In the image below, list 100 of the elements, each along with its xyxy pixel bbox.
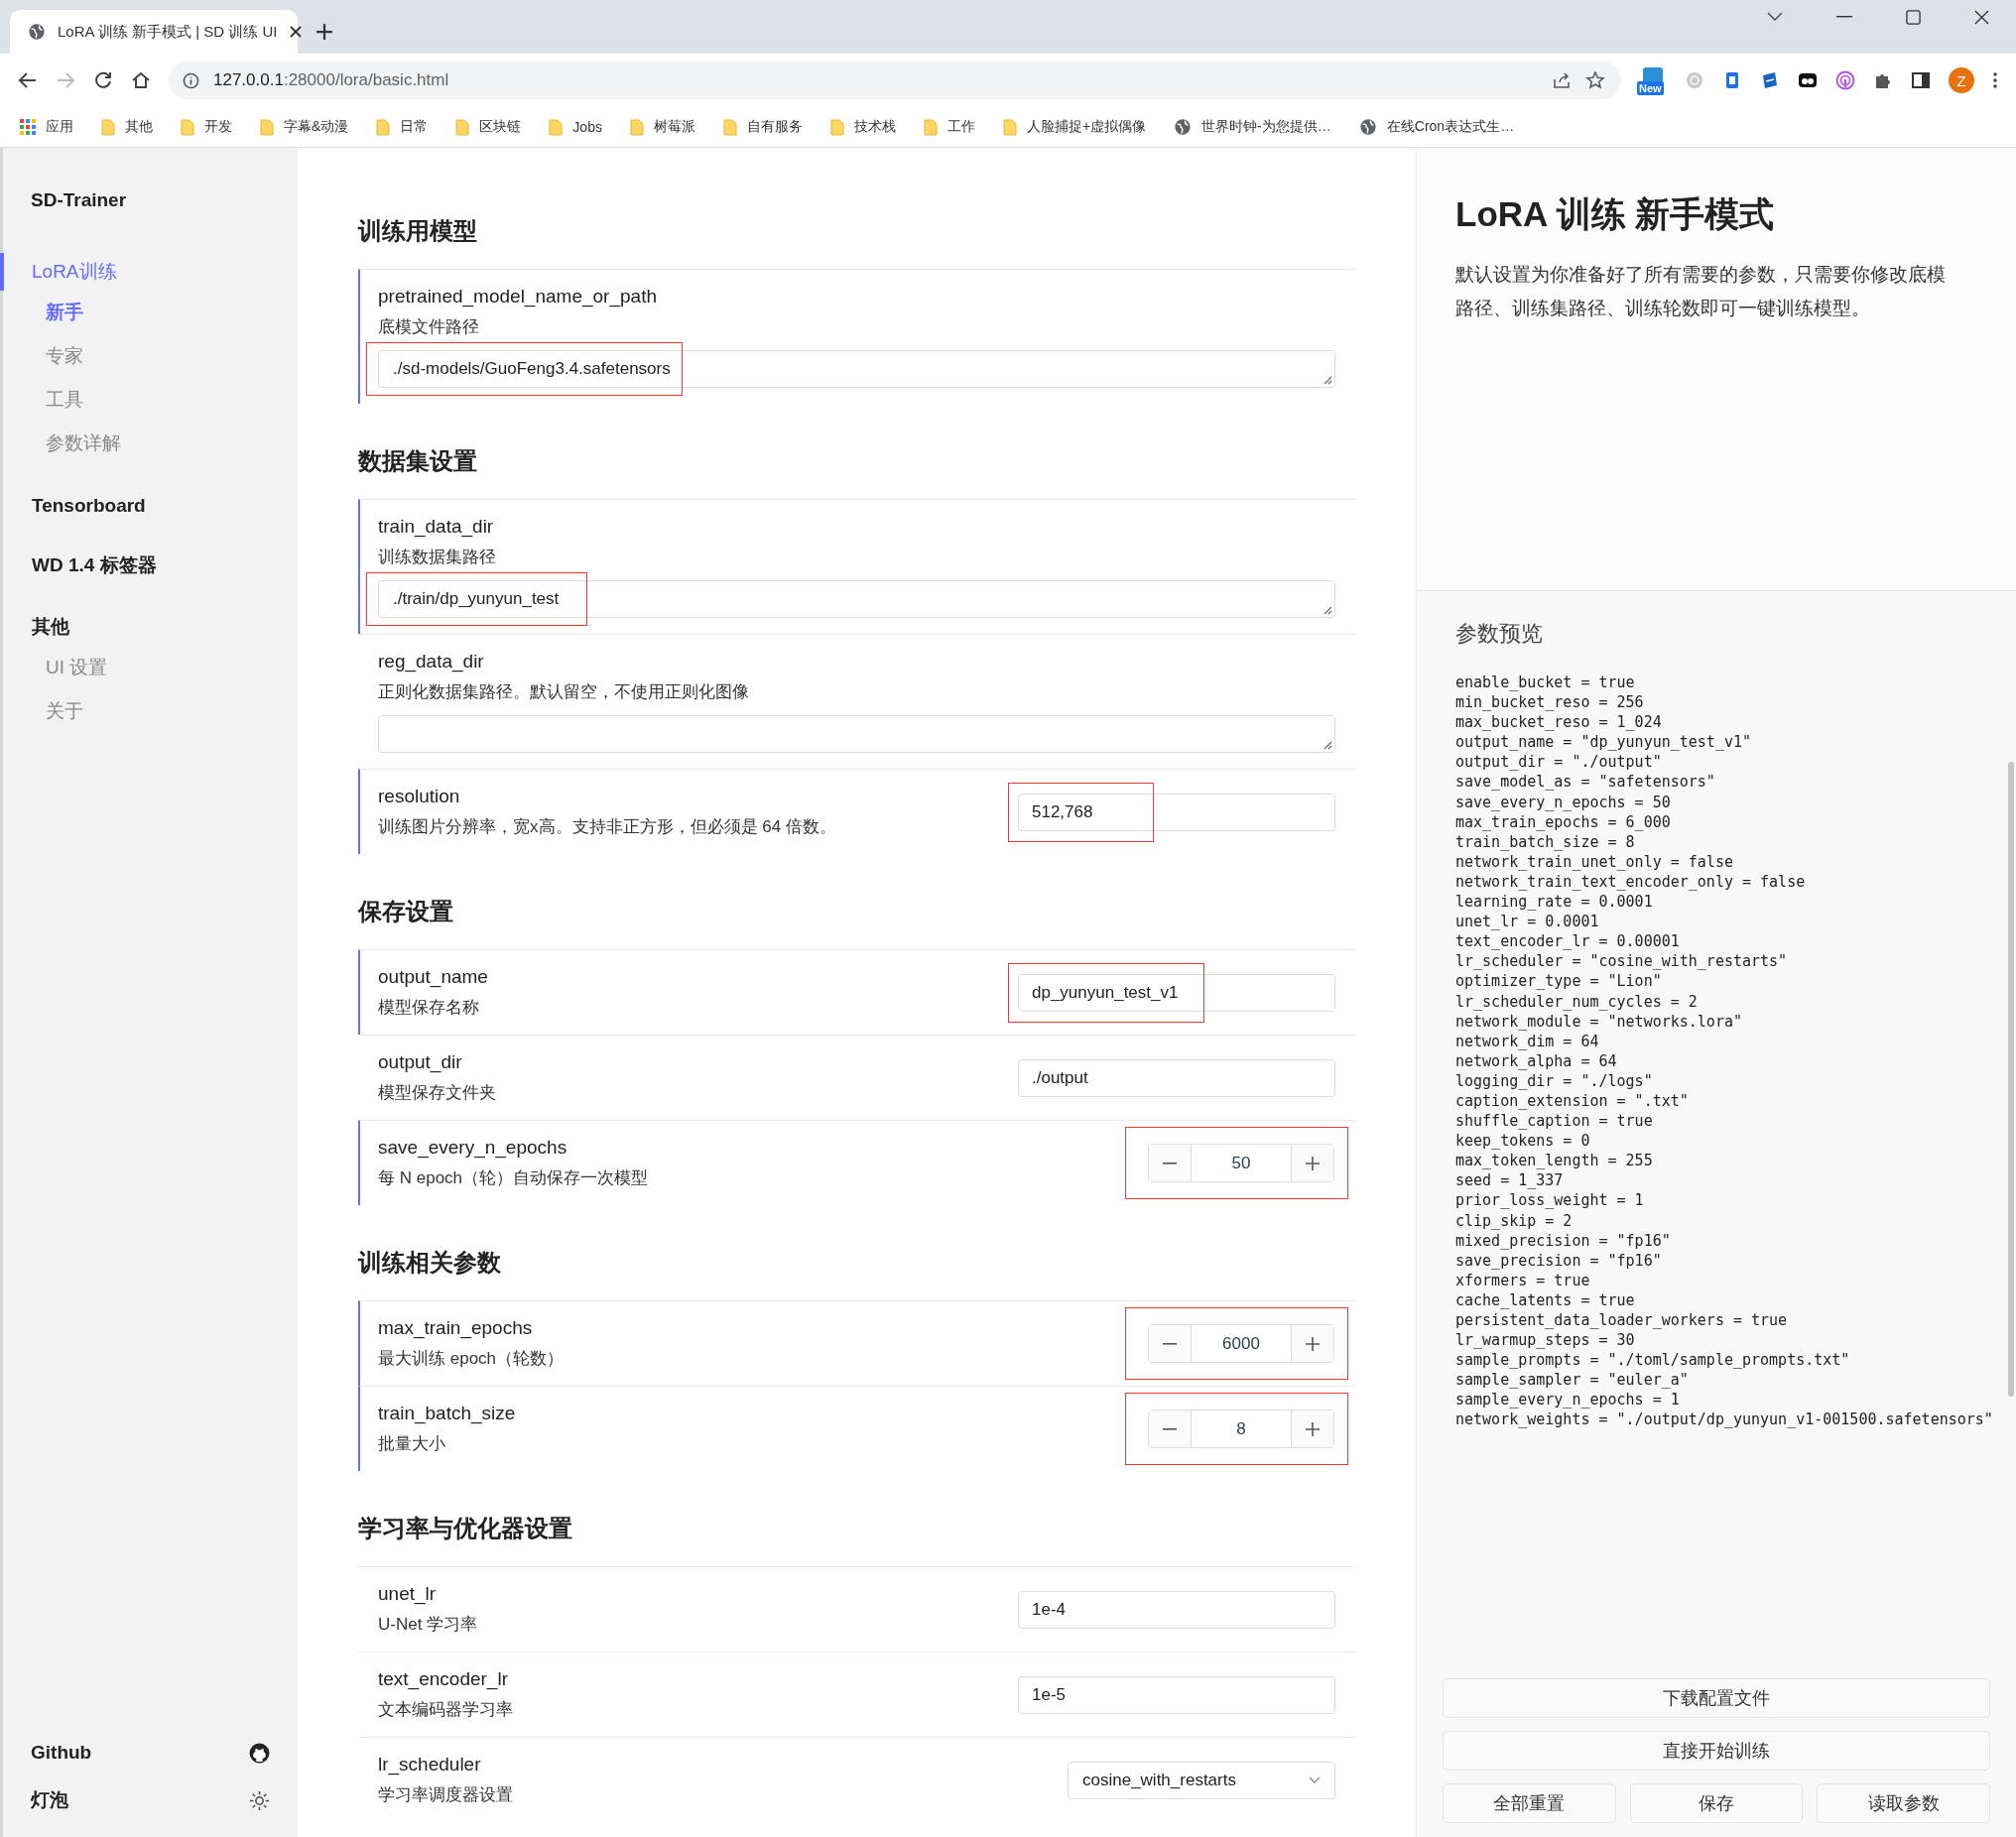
- sidebar-group-link[interactable]: Tensorboard: [0, 489, 298, 523]
- folder-icon: [260, 118, 274, 136]
- action-button[interactable]: 直接开始训练: [1443, 1731, 1990, 1771]
- code-line: network_dim = 64: [1455, 1031, 1600, 1051]
- close-icon[interactable]: [1974, 9, 1989, 25]
- plus-icon: [1306, 1421, 1320, 1436]
- sidebar-item[interactable]: 新手: [3, 291, 298, 334]
- code-line: optimizer_type = "Lion": [1455, 971, 1663, 992]
- path-field[interactable]: ./train/dp_yunyun_test: [378, 580, 1335, 618]
- text-field[interactable]: ./output: [1018, 1058, 1335, 1097]
- bookmark[interactable]: 日常: [376, 118, 429, 136]
- sun-icon[interactable]: [249, 1789, 270, 1811]
- new-badge: New: [1637, 81, 1664, 95]
- param-name: output_name: [378, 966, 488, 988]
- code-line: save_every_n_epochs = 50: [1455, 792, 1672, 812]
- address-bar[interactable]: 127.0.0.1:28000/lora/basic.html: [169, 61, 1621, 99]
- code-line: max_train_epochs = 6_000: [1455, 811, 1672, 832]
- bookmark[interactable]: 技术栈: [829, 118, 896, 136]
- sidebar-group-link[interactable]: 其他: [0, 608, 298, 646]
- code-line: output_name = "dp_yunyun_test_v1": [1455, 732, 1752, 753]
- sidebar-link[interactable]: Github: [31, 1742, 92, 1764]
- action-button[interactable]: 全部重置: [1443, 1783, 1616, 1823]
- bookmark[interactable]: 应用: [20, 118, 73, 136]
- code-line: keep_tokens = 0: [1455, 1131, 1591, 1152]
- text-field[interactable]: 1e-5: [1018, 1675, 1335, 1714]
- code-line: lr_warmup_steps = 30: [1455, 1330, 1636, 1351]
- param-description: 训练数据集路径: [378, 547, 497, 568]
- param-description: 每 N epoch（轮）自动保存一次模型: [378, 1167, 649, 1189]
- globe-icon: [1358, 118, 1377, 136]
- url-text: 127.0.0.1:28000/lora/basic.html: [213, 70, 449, 90]
- folder-icon: [549, 118, 564, 136]
- bookmark[interactable]: 在线Cron表达式生…: [1358, 118, 1515, 136]
- share-icon[interactable]: [1552, 70, 1572, 90]
- path-field[interactable]: ./sd-models/GuoFeng3.4.safetensors: [378, 350, 1335, 388]
- bookmark[interactable]: 开发: [181, 118, 232, 136]
- sidebar-group-link[interactable]: WD 1.4 标签器: [0, 547, 298, 584]
- minimize-icon[interactable]: [1836, 16, 1852, 18]
- action-button[interactable]: 下载配置文件: [1443, 1678, 1990, 1718]
- section-heading: 保存设置: [358, 897, 454, 926]
- code-line: network_train_text_encoder_only = false: [1455, 871, 1807, 893]
- new-tab-icon[interactable]: [315, 23, 333, 41]
- minus-icon: [1163, 1342, 1177, 1345]
- bookmark[interactable]: 自有服务: [722, 118, 803, 136]
- book-icon[interactable]: [1760, 70, 1780, 90]
- increment-button[interactable]: [1292, 1325, 1333, 1362]
- select-dropdown[interactable]: cosine_with_restarts: [1068, 1761, 1335, 1799]
- action-button[interactable]: 读取参数: [1817, 1783, 1990, 1823]
- sidebar-icon[interactable]: [1911, 70, 1931, 90]
- code-line: network_alpha = 64: [1455, 1050, 1618, 1071]
- back-arrow-icon[interactable]: [18, 70, 38, 90]
- folder-icon: [181, 118, 194, 136]
- bookmark[interactable]: 世界时钟-为您提供…: [1174, 118, 1331, 136]
- param-description: 底模文件路径: [378, 316, 480, 338]
- action-button[interactable]: 保存: [1629, 1783, 1804, 1823]
- text-field[interactable]: 1e-4: [1018, 1590, 1335, 1629]
- param-name: train_batch_size: [378, 1403, 516, 1424]
- path-field[interactable]: [378, 715, 1335, 753]
- reload-icon[interactable]: [93, 70, 113, 90]
- home-icon[interactable]: [131, 70, 151, 90]
- resize-grip-icon[interactable]: [1323, 605, 1332, 615]
- star-icon[interactable]: [1585, 70, 1605, 90]
- bookmark[interactable]: 人脸捕捉+虚拟偶像: [1002, 118, 1147, 136]
- folder-icon: [455, 118, 470, 136]
- chevron-down-icon[interactable]: [1767, 12, 1783, 22]
- code-line: mixed_precision = "fp16": [1455, 1230, 1672, 1251]
- param-description: 模型保存文件夹: [378, 1082, 496, 1104]
- preview-heading: 参数预览: [1454, 620, 1544, 648]
- folder-icon: [722, 118, 737, 136]
- maximize-icon[interactable]: [1906, 9, 1921, 25]
- bookmark[interactable]: 工作: [923, 118, 975, 136]
- code-line: output_dir = "./output": [1455, 752, 1663, 773]
- extension-icon[interactable]: [1798, 70, 1818, 90]
- podcast-icon[interactable]: [1835, 70, 1855, 90]
- bookmark[interactable]: 其他: [101, 118, 153, 136]
- param-description: 文本编码器学习率: [378, 1699, 513, 1721]
- bookmark[interactable]: Jobs: [549, 118, 602, 136]
- param-name: lr_scheduler: [378, 1754, 482, 1776]
- increment-button[interactable]: [1292, 1410, 1333, 1447]
- scrollbar-thumb[interactable]: [2008, 762, 2014, 1397]
- section-heading: 训练相关参数: [358, 1248, 502, 1278]
- info-icon[interactable]: [183, 71, 199, 89]
- resize-grip-icon[interactable]: [1323, 740, 1332, 750]
- close-icon[interactable]: [289, 25, 304, 39]
- text-field[interactable]: dp_yunyun_test_v1: [1018, 973, 1335, 1012]
- folder-icon: [829, 118, 844, 136]
- folder-icon: [101, 118, 115, 136]
- bookmark[interactable]: 区块链: [455, 118, 522, 136]
- sidebar-link[interactable]: 灯泡: [31, 1787, 68, 1813]
- code-line: clip_skip = 2: [1455, 1210, 1574, 1231]
- resize-grip-icon[interactable]: [1323, 375, 1332, 385]
- bookmark[interactable]: 树莓派: [629, 118, 695, 136]
- more-menu-icon[interactable]: [1992, 70, 1998, 90]
- folder-icon: [629, 118, 644, 136]
- section-heading: 数据集设置: [358, 446, 478, 476]
- bookmark[interactable]: 字幕&动漫: [260, 118, 349, 136]
- increment-button[interactable]: [1292, 1145, 1333, 1181]
- code-line: text_encoder_lr = 0.00001: [1455, 931, 1681, 952]
- folder-icon: [923, 118, 938, 136]
- text-field[interactable]: 512,768: [1018, 793, 1335, 831]
- github-icon[interactable]: [249, 1742, 270, 1764]
